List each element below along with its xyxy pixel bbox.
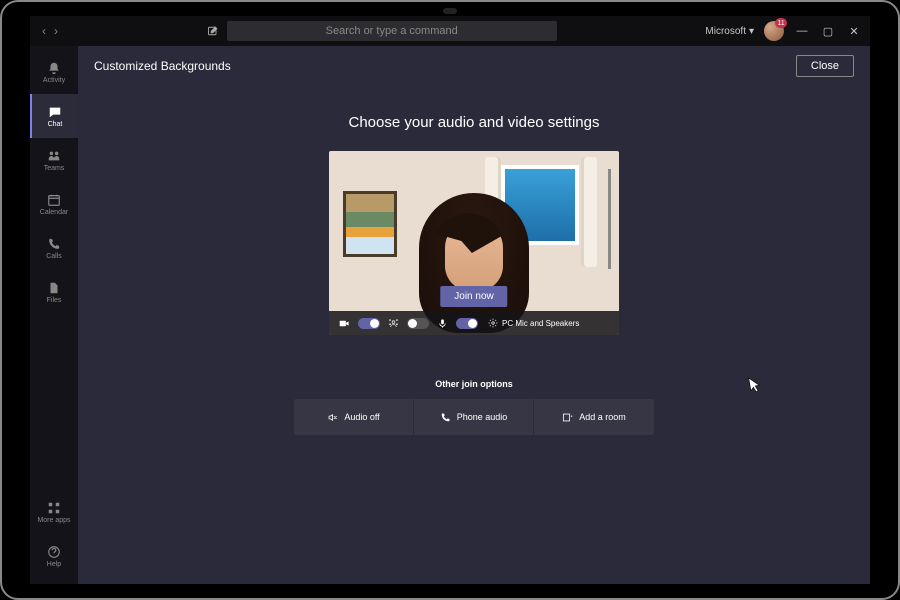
preview-lamp [608, 169, 611, 269]
rail-item-chat[interactable]: Chat [30, 94, 78, 138]
option-add-room[interactable]: Add a room [534, 399, 654, 435]
window-close-icon[interactable]: ✕ [846, 25, 862, 38]
preview-controls: PC Mic and Speakers [329, 311, 619, 335]
speaker-off-icon [327, 412, 338, 423]
notification-badge: 11 [775, 18, 787, 28]
preview-curtain [581, 157, 597, 267]
bell-icon [47, 61, 61, 75]
video-preview: Join now [329, 151, 619, 335]
help-icon [47, 545, 61, 559]
search-placeholder: Search or type a command [326, 25, 458, 37]
compose-icon[interactable] [207, 25, 219, 37]
window-maximize-icon[interactable]: ▢ [820, 25, 836, 38]
other-options-row: Audio off Phone audio Add [294, 399, 654, 435]
window-minimize-icon[interactable]: — [794, 25, 810, 37]
app-rail: Activity Chat Teams [30, 46, 78, 584]
camera-icon [339, 318, 350, 329]
join-now-button[interactable]: Join now [440, 286, 507, 307]
other-options-heading: Other join options [435, 379, 513, 389]
file-icon [47, 281, 61, 295]
rail-item-calls[interactable]: Calls [30, 226, 78, 270]
rail-item-activity[interactable]: Activity [30, 50, 78, 94]
chat-icon [48, 105, 62, 119]
close-button[interactable]: Close [796, 55, 854, 77]
mic-toggle[interactable] [456, 318, 478, 329]
org-switcher[interactable]: Microsoft ▾ [705, 26, 754, 37]
nav-back-icon[interactable]: ‹ [42, 24, 46, 38]
microphone-icon [437, 318, 448, 329]
apps-icon [47, 501, 61, 515]
rail-item-more-apps[interactable]: More apps [30, 490, 78, 534]
prejoin-heading: Choose your audio and video settings [348, 114, 599, 131]
teams-icon [47, 149, 61, 163]
background-blur-icon [388, 318, 399, 329]
option-phone-audio[interactable]: Phone audio [414, 399, 534, 435]
avatar[interactable]: 11 [764, 21, 784, 41]
phone-icon [47, 237, 61, 251]
panel-title: Customized Backgrounds [94, 59, 231, 73]
titlebar: ‹ › Search or type a command Microsoft ▾… [30, 16, 870, 46]
phone-icon [440, 412, 451, 423]
blur-toggle[interactable] [407, 318, 429, 329]
add-room-icon [562, 412, 573, 423]
camera-toggle[interactable] [358, 318, 380, 329]
option-audio-off[interactable]: Audio off [294, 399, 414, 435]
preview-painting [343, 191, 397, 257]
rail-item-files[interactable]: Files [30, 270, 78, 314]
device-picker[interactable]: PC Mic and Speakers [488, 318, 579, 328]
rail-item-help[interactable]: Help [30, 534, 78, 578]
calendar-icon [47, 193, 61, 207]
rail-item-teams[interactable]: Teams [30, 138, 78, 182]
tablet-camera [443, 8, 457, 14]
nav-forward-icon[interactable]: › [54, 24, 58, 38]
chevron-down-icon: ▾ [749, 26, 754, 37]
rail-item-calendar[interactable]: Calendar [30, 182, 78, 226]
gear-icon [488, 318, 498, 328]
search-input[interactable]: Search or type a command [227, 21, 557, 41]
main-panel: Customized Backgrounds Close Choose your… [78, 46, 870, 584]
